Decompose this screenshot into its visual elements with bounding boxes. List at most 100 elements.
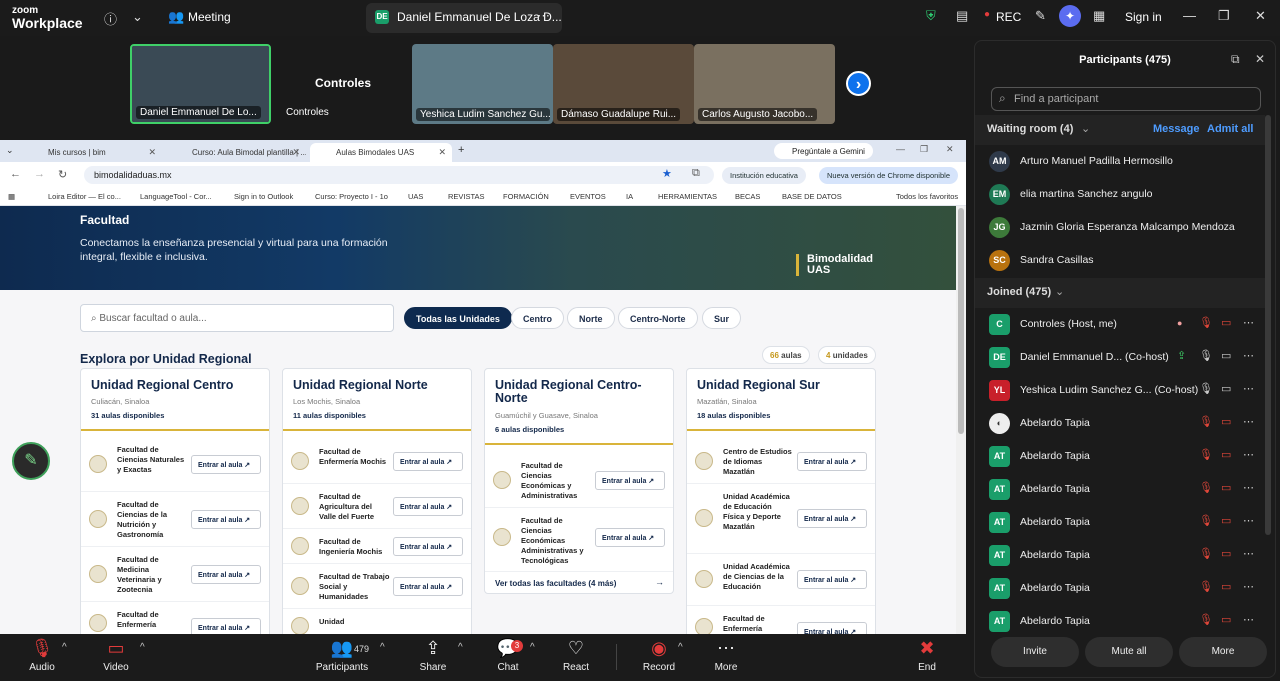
more-icon[interactable]: ⋯ <box>1243 481 1254 494</box>
enter-classroom-button[interactable]: Entrar al aula ↗ <box>393 497 463 516</box>
waiting-participant-row[interactable]: JG Jazmin Gloria Esperanza Malcampo Mendo… <box>975 211 1265 244</box>
enter-classroom-button[interactable]: Entrar al aula ↗ <box>393 452 463 471</box>
arrow-right-icon[interactable]: → <box>655 577 664 587</box>
more-icon[interactable]: ⋯ <box>1243 613 1254 626</box>
next-page-button[interactable]: › <box>846 71 871 96</box>
filter-todas[interactable]: Todas las Unidades <box>404 307 512 329</box>
mic-muted-icon[interactable]: 🎙 <box>1199 448 1213 461</box>
close-tab-icon[interactable]: ✕ <box>148 147 156 158</box>
chevron-down-icon[interactable]: ⌄ <box>132 9 143 25</box>
end-button[interactable]: ✖ End <box>897 638 957 673</box>
update-chip[interactable]: Nueva versión de Chrome disponible <box>819 167 958 184</box>
reload-icon[interactable]: ↻ <box>58 168 67 181</box>
mic-muted-icon[interactable]: 🎙 <box>1199 580 1213 593</box>
close-tab-icon[interactable]: ✕ <box>292 147 300 158</box>
enter-classroom-button[interactable]: Entrar al aula ↗ <box>191 455 261 474</box>
video-tile-carlos[interactable]: Carlos Augusto Jacobo... <box>694 44 835 124</box>
enter-classroom-button[interactable]: Entrar al aula ↗ <box>393 537 463 556</box>
profile-chip[interactable]: Institución educativa <box>722 167 806 184</box>
waiting-room-header[interactable]: Waiting room (4) ⌄ Message Admit all <box>975 115 1265 145</box>
participant-row[interactable]: AT Abelardo Tapia 🎙 ▭ ⋯ <box>975 506 1265 539</box>
bookmark-item[interactable]: HERRAMIENTAS <box>658 192 717 201</box>
chrome-tab-3[interactable]: Aulas Bimodales UAS ✕ <box>310 143 452 162</box>
video-button[interactable]: ▭ Video <box>86 638 146 673</box>
video-tile-daniel[interactable]: Daniel Emmanuel De Lo... <box>130 44 271 124</box>
enter-classroom-button[interactable]: Entrar al aula ↗ <box>797 509 867 528</box>
bookmark-item[interactable]: Curso: Proyecto I - 1o <box>315 192 388 201</box>
more-icon[interactable]: ⋯ <box>1243 580 1254 593</box>
scrollbar-thumb[interactable] <box>958 208 964 434</box>
mic-icon[interactable]: 🎙 <box>1199 349 1213 362</box>
annotate-pencil-icon[interactable]: ✎ <box>12 442 50 480</box>
bookmark-item[interactable]: FORMACIÓN <box>503 192 549 201</box>
meeting-label[interactable]: Meeting <box>188 10 231 24</box>
video-off-icon[interactable]: ▭ <box>1221 415 1231 428</box>
bookmark-item[interactable]: Loira Editor — El co... <box>48 192 121 201</box>
chevron-up-icon[interactable]: ^ <box>380 642 385 653</box>
participant-row[interactable]: AT Abelardo Tapia 🎙 ▭ ⋯ <box>975 572 1265 605</box>
mic-muted-icon[interactable]: 🎙 <box>1199 316 1213 329</box>
bookmark-item[interactable]: IA <box>626 192 633 201</box>
chevron-up-icon[interactable]: ^ <box>678 642 683 653</box>
bookmark-item[interactable]: UAS <box>408 192 423 201</box>
bookmark-item[interactable]: REVISTAS <box>448 192 485 201</box>
close-icon[interactable]: ✕ <box>1255 52 1265 66</box>
address-bar[interactable]: bimodalidaduas.mx <box>84 166 714 184</box>
chrome-tab-1[interactable]: Mis cursos | bim ✕ <box>22 143 162 162</box>
video-off-icon[interactable]: ▭ <box>1221 514 1231 527</box>
enter-classroom-button[interactable]: Entrar al aula ↗ <box>191 510 261 529</box>
video-off-icon[interactable]: ▭ <box>1221 580 1231 593</box>
panel-more-button[interactable]: More <box>1179 637 1267 667</box>
chevron-up-icon[interactable]: ^ <box>458 642 463 653</box>
participant-row[interactable]: DE Daniel Emmanuel D... (Co-host) ⇪ 🎙 ▭ ⋯ <box>975 341 1265 374</box>
enter-classroom-button[interactable]: Entrar al aula ↗ <box>191 618 261 634</box>
close-tab-icon[interactable]: ✕ <box>438 147 446 158</box>
page-scrollbar[interactable] <box>956 206 966 634</box>
message-link[interactable]: Message <box>1153 123 1199 135</box>
mic-muted-icon[interactable]: 🎙 <box>1199 415 1213 428</box>
more-icon[interactable]: ⋯ <box>1243 316 1254 329</box>
more-icon[interactable]: ⋯ <box>1243 448 1254 461</box>
enter-classroom-button[interactable]: Entrar al aula ↗ <box>797 622 867 634</box>
mic-muted-icon[interactable]: 🎙 <box>1199 481 1213 494</box>
mute-all-button[interactable]: Mute all <box>1085 637 1173 667</box>
enter-classroom-button[interactable]: Entrar al aula ↗ <box>797 452 867 471</box>
more-icon[interactable]: ⋯ <box>1243 514 1254 527</box>
video-tile-yeshica[interactable]: Yeshica Ludim Sanchez Gu... <box>412 44 553 124</box>
participant-row[interactable]: AT Abelardo Tapia 🎙 ▭ ⋯ <box>975 473 1265 506</box>
enter-classroom-button[interactable]: Entrar al aula ↗ <box>797 570 867 589</box>
invite-button[interactable]: Invite <box>991 637 1079 667</box>
video-off-icon[interactable]: ▭ <box>1221 448 1231 461</box>
apps-icon[interactable]: ▦ <box>8 192 15 201</box>
chevron-down-icon[interactable]: ⌄ <box>1055 285 1064 298</box>
sign-in-link[interactable]: Sign in <box>1125 10 1162 24</box>
participant-row[interactable]: AT Abelardo Tapia 🎙 ▭ ⋯ <box>975 539 1265 572</box>
filter-centro[interactable]: Centro <box>511 307 564 329</box>
enter-classroom-button[interactable]: Entrar al aula ↗ <box>191 565 261 584</box>
participant-row[interactable]: AT Abelardo Tapia 🎙 ▭ ⋯ <box>975 605 1265 638</box>
video-icon[interactable]: ▭ <box>1221 349 1231 362</box>
waiting-participant-row[interactable]: EM elia martina Sanchez angulo <box>975 178 1265 211</box>
annotate-icon[interactable]: ✎ <box>1035 8 1046 24</box>
joined-header[interactable]: Joined (475) ⌄ <box>975 278 1265 308</box>
chevron-up-icon[interactable]: ^ <box>140 642 145 653</box>
chevron-up-icon[interactable]: ^ <box>530 642 535 653</box>
panel-scrollbar[interactable] <box>1265 115 1271 535</box>
participant-search-input[interactable]: Find a participant <box>991 87 1261 111</box>
participant-row[interactable]: ◐ Abelardo Tapia 🎙 ▭ ⋯ <box>975 407 1265 440</box>
bookmark-item[interactable]: Todos los favoritos <box>896 192 958 201</box>
mic-muted-icon[interactable]: 🎙 <box>1199 514 1213 527</box>
chrome-tab-2[interactable]: Curso: Aula Bimodal plantilla | ... ✕ <box>166 143 306 162</box>
video-off-icon[interactable]: ▭ <box>1221 547 1231 560</box>
more-icon[interactable]: ⋯ <box>1243 415 1254 428</box>
apps-icon[interactable]: ▦ <box>1093 8 1105 24</box>
ai-companion-icon[interactable]: ✦ <box>1059 5 1081 27</box>
minimize-icon[interactable]: — <box>1183 8 1196 23</box>
filter-sur[interactable]: Sur <box>702 307 742 329</box>
bookmark-item[interactable]: Sign in to Outlook <box>234 192 293 201</box>
admit-all-link[interactable]: Admit all <box>1207 123 1253 135</box>
rec-label[interactable]: REC <box>996 10 1021 24</box>
restore-icon[interactable]: ❐ <box>1218 8 1230 24</box>
chat-button[interactable]: 💬 Chat <box>478 638 538 673</box>
bookmark-item[interactable]: BASE DE DATOS <box>782 192 842 201</box>
